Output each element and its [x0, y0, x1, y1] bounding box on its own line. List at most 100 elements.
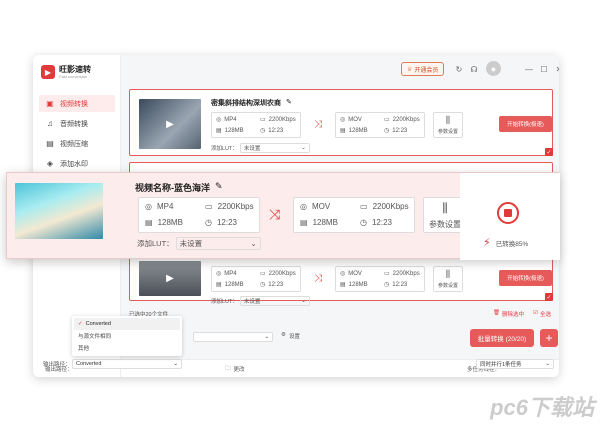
- stop-button[interactable]: [497, 202, 519, 224]
- logo-name: 旺影速转: [59, 64, 91, 74]
- clock-icon: ◷: [260, 282, 266, 288]
- play-icon[interactable]: ▶: [163, 271, 177, 285]
- source-duration: ◷ 12:23: [260, 127, 284, 135]
- size-icon: ▤: [340, 282, 346, 288]
- chevron-down-icon: ⌄: [301, 145, 306, 151]
- output-dropdown-menu: ✓ Converted 与源文件相同 其他: [72, 316, 182, 356]
- sidebar-item-watermark[interactable]: ◈ 添加水印: [39, 155, 115, 172]
- clock-icon: ◷: [384, 282, 390, 288]
- format-icon: ◎: [216, 271, 222, 277]
- lut-select[interactable]: 未设置 ⌄: [239, 296, 310, 306]
- select-all-checkbox[interactable]: ☑ 全选: [533, 310, 551, 318]
- bitrate-icon: ▭: [260, 117, 266, 123]
- target-format: ◎ MOV: [300, 202, 331, 211]
- video-thumbnail[interactable]: [15, 183, 103, 239]
- dropdown-option[interactable]: 其他: [74, 342, 180, 354]
- dropdown-option[interactable]: ✓ Converted: [74, 318, 180, 330]
- dropdown-option[interactable]: 与源文件相同: [74, 330, 180, 342]
- target-duration: ◷ 12:23: [360, 218, 393, 227]
- target-info[interactable]: ◎ MOV ▭ 2200Kbps ▤ 128MB ◷ 12:23: [293, 197, 415, 233]
- refresh-icon[interactable]: ↻: [453, 63, 465, 75]
- delete-selected-button[interactable]: 🗑 删除选中: [493, 310, 524, 318]
- target-format: ◎ MOV: [340, 116, 362, 124]
- plus-icon: +: [545, 331, 553, 345]
- watermark-icon: ◈: [46, 159, 54, 168]
- target-bitrate: ▭ 2200Kbps: [384, 116, 420, 124]
- logo-sub: Fast conversion: [59, 73, 88, 79]
- source-size: ▤ 128MB: [145, 218, 183, 227]
- source-bitrate: ▭ 2200Kbps: [260, 116, 296, 124]
- lut-select[interactable]: 未设置 ⌄: [175, 237, 261, 250]
- sidebar-item-label: 视频转换: [60, 100, 88, 108]
- lut-selector: 添加LUT： 未设置 ⌄: [211, 143, 310, 153]
- sliders-icon: ⫼: [445, 269, 451, 279]
- format-icon: ◎: [340, 271, 346, 277]
- format-select[interactable]: ⌄: [193, 332, 273, 342]
- target-info[interactable]: ◎ MOV ▭ 2200Kbps ▤ 128MB ◷ 12:23: [335, 112, 425, 138]
- format-icon: ◎: [340, 117, 346, 123]
- settings-button[interactable]: ⫼ 参数设置: [433, 112, 463, 138]
- source-bitrate: ▭ 2200Kbps: [205, 202, 254, 211]
- headset-icon[interactable]: ☊: [468, 63, 480, 75]
- target-info[interactable]: ◎ MOV ▭ 2200Kbps ▤ 128MB ◷ 12:23: [335, 266, 425, 292]
- start-convert-button[interactable]: 开始转换(极速): [499, 116, 552, 132]
- progress-status: ⚡ 已转换85%: [483, 237, 529, 249]
- gear-icon: ⚙: [281, 332, 286, 338]
- audio-icon: ♫: [47, 119, 53, 128]
- format-icon: ◎: [300, 202, 307, 211]
- edit-icon[interactable]: ✎: [215, 181, 223, 194]
- checkbox-checked[interactable]: ✓: [545, 148, 553, 156]
- minimize-icon[interactable]: —: [523, 63, 535, 75]
- size-icon: ▤: [216, 128, 222, 134]
- sidebar-item-label: 视频压缩: [60, 140, 88, 148]
- clock-icon: ◷: [260, 128, 266, 134]
- source-format: ◎ MP4: [145, 202, 174, 211]
- settings-link[interactable]: ⚙ 设置: [281, 332, 300, 340]
- add-file-button[interactable]: +: [540, 329, 558, 347]
- maximize-icon[interactable]: ☐: [538, 63, 550, 75]
- settings-button[interactable]: ⫼ 参数设置: [433, 266, 463, 292]
- vip-button[interactable]: ♕ 开通会员: [401, 62, 445, 76]
- check-circle-icon: ✓: [78, 321, 83, 327]
- sidebar-item-audio-convert[interactable]: ♫ 音频转换: [39, 115, 115, 132]
- output-path-label: 输出路径：: [43, 362, 71, 368]
- zoomed-file-card[interactable]: 视频名称-蓝色海洋 ✎ ◎ MP4 ▭ 2200Kbps ▤ 128MB ◷ 12:23…: [6, 172, 560, 260]
- close-icon[interactable]: ✕: [553, 63, 559, 75]
- crown-icon: ♕: [407, 66, 413, 73]
- chevron-down-icon: ⌄: [173, 361, 178, 367]
- change-button[interactable]: 🗀 更改: [225, 365, 245, 374]
- play-icon[interactable]: ▶: [163, 117, 177, 131]
- avatar[interactable]: ●: [486, 61, 501, 76]
- start-convert-button[interactable]: 开始转换(极速): [499, 270, 552, 286]
- chevron-down-icon: ⌄: [301, 298, 306, 304]
- sidebar-item-video-compress[interactable]: ▤ 视频压缩: [39, 135, 115, 152]
- target-duration: ◷ 12:23: [384, 127, 408, 135]
- source-size: ▤ 128MB: [216, 127, 244, 135]
- bitrate-icon: ▭: [384, 271, 390, 277]
- checkbox-checked[interactable]: ✓: [545, 293, 553, 301]
- lut-select[interactable]: 未设置 ⌄: [239, 143, 310, 153]
- format-icon: ◎: [216, 117, 222, 123]
- sidebar-item-label: 音频转换: [60, 120, 88, 128]
- edit-icon[interactable]: ✎: [286, 98, 292, 108]
- size-icon: ▤: [300, 218, 308, 227]
- video-thumbnail[interactable]: ▶: [139, 99, 201, 149]
- topbar: ♕ 开通会员 ↻ ☊ ● — ☐ ✕: [121, 55, 559, 83]
- clock-icon: ◷: [205, 218, 212, 227]
- shuffle-icon: ⤨: [314, 119, 322, 130]
- chevron-down-icon: ⌄: [545, 361, 550, 367]
- trash-icon: 🗑: [493, 310, 500, 316]
- lightning-icon: ⚡: [483, 237, 491, 249]
- format-icon: ◎: [145, 202, 152, 211]
- file-card[interactable]: ▶ 密集斜排结构深圳农商 ✎ ◎ MP4 ▭ 2200Kbps ▤ 128MB ◷ 12…: [129, 89, 553, 156]
- video-thumbnail[interactable]: ▶: [139, 261, 201, 296]
- target-size: ▤ 128MB: [340, 127, 368, 135]
- sidebar-item-video-convert[interactable]: ▣ 视频转换: [39, 95, 115, 112]
- batch-convert-button[interactable]: 批量转换 (20/20): [470, 329, 534, 347]
- sidebar-item-label: 添加水印: [60, 160, 88, 168]
- size-icon: ▤: [340, 128, 346, 134]
- output-path-select[interactable]: Converted ⌄: [72, 359, 182, 369]
- source-format: ◎ MP4: [216, 116, 237, 124]
- tasks-select[interactable]: 同时并行1条任务 ⌄: [476, 359, 554, 369]
- chevron-down-icon: ⌄: [250, 239, 257, 248]
